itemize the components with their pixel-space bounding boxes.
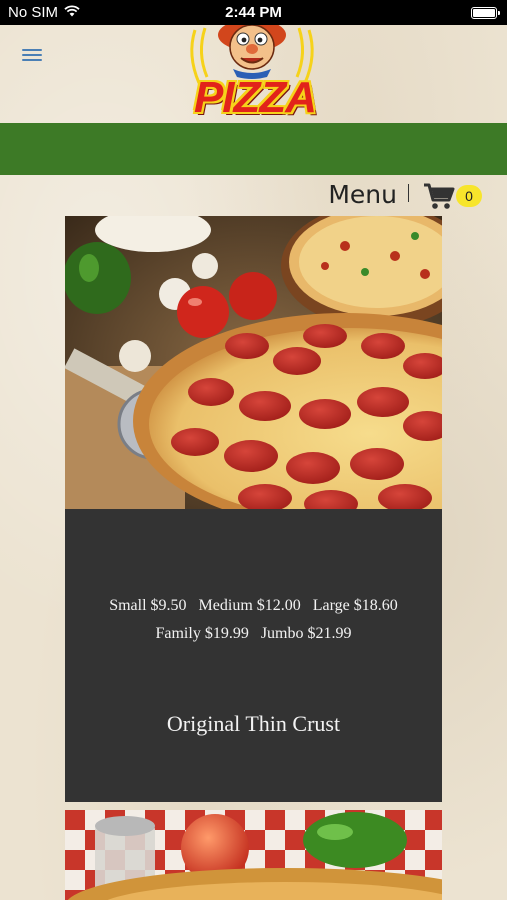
price-medium: Medium $12.00 bbox=[198, 597, 301, 614]
status-bar: No SIM 2:44 PM bbox=[0, 0, 507, 25]
price-line-1: Small $9.50 Medium $12.00 Large $18.60 bbox=[65, 592, 442, 620]
menu-row: Menu 0 bbox=[0, 176, 507, 216]
status-time: 2:44 PM bbox=[225, 4, 282, 21]
price-large: Large $18.60 bbox=[312, 597, 398, 614]
hamburger-icon[interactable] bbox=[22, 49, 42, 63]
menu-divider bbox=[408, 184, 409, 202]
product-card-next[interactable] bbox=[65, 810, 442, 900]
cart-count-badge[interactable]: 0 bbox=[456, 185, 482, 207]
pepperoni-pizza-photo bbox=[65, 216, 442, 509]
logo-wordmark: PIZZA bbox=[193, 73, 317, 122]
battery-icon bbox=[471, 7, 500, 19]
deep-dish-pizza-photo bbox=[65, 810, 442, 900]
price-jumbo: Jumbo $21.99 bbox=[260, 625, 352, 642]
green-banner bbox=[0, 123, 507, 175]
price-family: Family $19.99 bbox=[155, 625, 249, 642]
price-small: Small $9.50 bbox=[109, 597, 187, 614]
menu-title: Menu bbox=[328, 180, 397, 209]
product-card[interactable]: Small $9.50 Medium $12.00 Large $18.60 F… bbox=[65, 216, 442, 802]
logo: PIZZA bbox=[177, 25, 327, 123]
price-list: Small $9.50 Medium $12.00 Large $18.60 F… bbox=[65, 592, 442, 648]
price-line-2: Family $19.99 Jumbo $21.99 bbox=[65, 620, 442, 648]
app-header: PIZZA bbox=[0, 25, 507, 123]
product-name: Original Thin Crust bbox=[166, 711, 341, 736]
cart-icon[interactable] bbox=[422, 182, 456, 210]
